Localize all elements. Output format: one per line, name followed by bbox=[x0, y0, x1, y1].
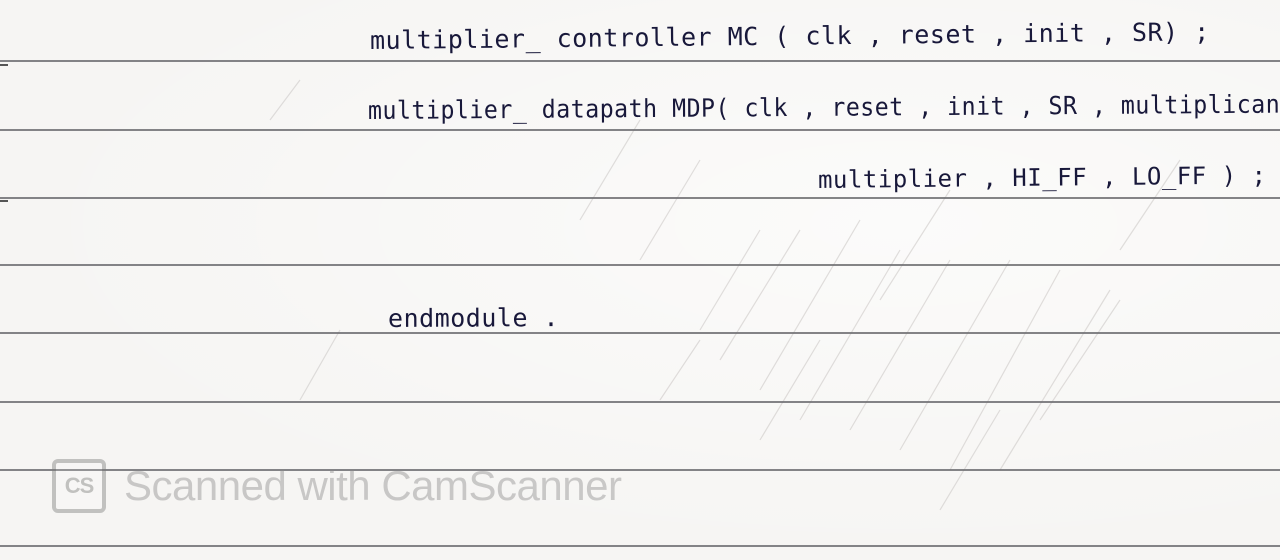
ruled-line bbox=[0, 401, 1280, 403]
ruled-line bbox=[0, 545, 1280, 547]
ruled-line bbox=[0, 60, 1280, 62]
handwritten-line-4: endmodule . bbox=[387, 303, 560, 333]
camscanner-watermark: CS Scanned with CamScanner bbox=[52, 458, 622, 514]
camscanner-logo-icon: CS bbox=[52, 459, 106, 513]
ruled-line bbox=[0, 332, 1280, 334]
logo-text: CS bbox=[64, 473, 95, 498]
ruled-line bbox=[0, 264, 1280, 266]
margin-mark bbox=[0, 200, 8, 202]
handwritten-line-3: multiplier , HI_FF , LO_FF ) ; bbox=[817, 161, 1267, 194]
ruled-line bbox=[0, 129, 1280, 131]
ruled-line bbox=[0, 197, 1280, 199]
scanned-page: multiplier_ controller MC ( clk , reset … bbox=[0, 0, 1280, 560]
watermark-text: Scanned with CamScanner bbox=[124, 462, 622, 509]
margin-mark bbox=[0, 64, 8, 66]
